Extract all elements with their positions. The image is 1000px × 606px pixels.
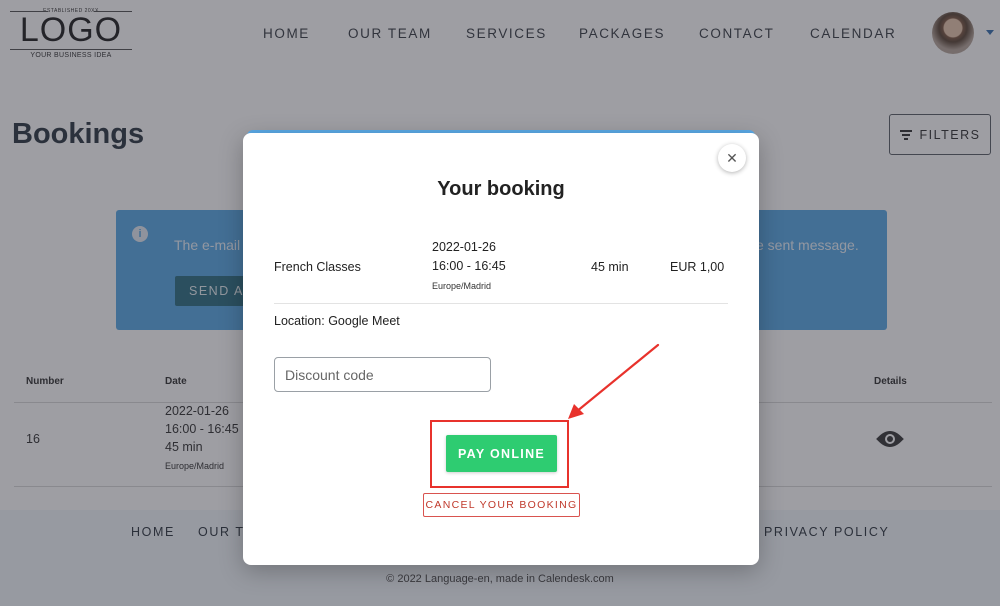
annotation-arrow xyxy=(568,343,660,419)
discount-code-input[interactable] xyxy=(274,357,491,392)
booking-timezone: Europe/Madrid xyxy=(432,281,492,291)
pay-online-button[interactable]: PAY ONLINE xyxy=(446,435,557,472)
booking-date: 2022-01-26 xyxy=(432,240,496,254)
booking-service: French Classes xyxy=(274,260,361,274)
booking-price: EUR 1,00 xyxy=(670,260,725,274)
modal-title: Your booking xyxy=(437,178,565,200)
booking-location: Location: Google Meet xyxy=(274,314,400,328)
cancel-booking-button[interactable]: CANCEL YOUR BOOKING xyxy=(423,493,580,517)
booking-time: 16:00 - 16:45 xyxy=(432,259,506,273)
booking-divider xyxy=(274,303,728,304)
close-icon[interactable]: ✕ xyxy=(718,144,746,172)
booking-duration: 45 min xyxy=(591,260,629,274)
